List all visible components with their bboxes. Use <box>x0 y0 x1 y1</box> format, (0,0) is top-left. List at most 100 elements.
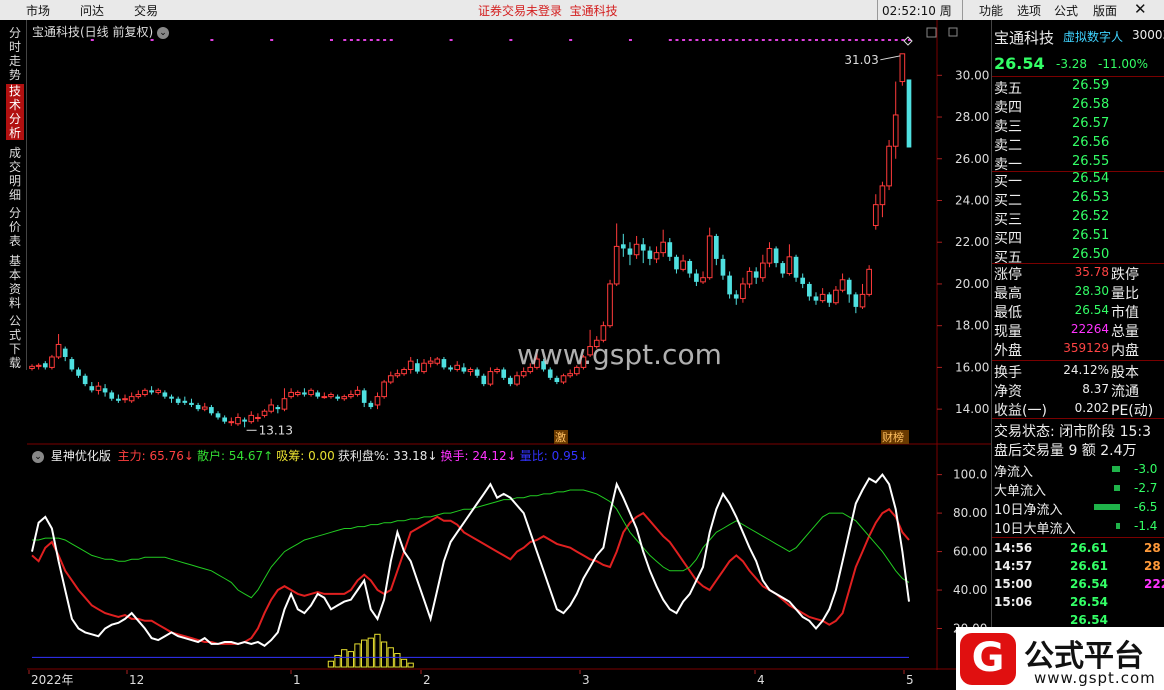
candle-body <box>773 248 779 264</box>
indicator-value: 换手: 24.12↓ <box>440 449 517 463</box>
x-axis-svg: 2022年 12 1 2 3 4 5 <box>27 670 991 690</box>
stat-label-right: 内盘 <box>1111 343 1139 359</box>
x-axis: 2022年 12 1 2 3 4 5 <box>27 670 991 690</box>
stat-label: 涨停 <box>994 267 1022 283</box>
signal-dot <box>715 39 719 41</box>
flow-bar <box>1114 485 1120 491</box>
candle-body <box>175 398 181 403</box>
menu-function[interactable]: 功能 <box>979 2 1003 19</box>
tab-profile[interactable]: 基本资料 <box>7 254 23 310</box>
candle-body <box>700 277 706 283</box>
tab-formula-download[interactable]: 公式下载 <box>7 314 23 370</box>
close-icon[interactable]: ✕ <box>1134 0 1147 18</box>
chevron-down-icon[interactable]: ⌄ <box>32 450 44 463</box>
candle-body <box>620 244 626 249</box>
candle-body <box>288 391 294 398</box>
y-tick-label: 100.0 <box>953 468 987 482</box>
tab-trade-detail[interactable]: 成交明细 <box>7 146 23 202</box>
candle-body <box>82 375 88 385</box>
signal-dot <box>329 39 333 41</box>
tab-intraday[interactable]: 分时走势 <box>7 26 23 82</box>
candle-body <box>826 294 832 303</box>
ask-label: 卖三 <box>994 119 1022 135</box>
candle-body <box>653 252 660 260</box>
menu-formula[interactable]: 公式 <box>1054 2 1078 19</box>
menu-market[interactable]: 市场 <box>26 2 50 19</box>
menu-options[interactable]: 选项 <box>1017 2 1041 19</box>
price-change-pct: -11.00% <box>1098 57 1149 71</box>
left-tab-strip: 分时走势 技术分析 成交明细 分价表 基本资料 公式下载 <box>0 20 27 370</box>
menu-wenda[interactable]: 问达 <box>80 2 104 19</box>
candle-body <box>415 363 420 372</box>
candle-body <box>727 275 732 295</box>
candle-body <box>149 390 154 393</box>
candle-body <box>321 396 328 399</box>
candle-body <box>348 394 354 398</box>
concept-tag[interactable]: 虚拟数字人 <box>1063 28 1123 45</box>
candle-body <box>381 381 387 398</box>
candle-body <box>706 235 713 279</box>
signal-dot <box>801 39 805 41</box>
signal-dot <box>755 39 759 41</box>
signal-dot <box>808 39 812 41</box>
ask-label: 卖四 <box>994 100 1022 116</box>
stat-label-right: PE(动) <box>1111 403 1154 419</box>
price-change: -3.28 <box>1056 57 1088 71</box>
candle-body <box>341 396 348 400</box>
signal-dot <box>682 39 686 41</box>
candle-body <box>315 392 321 397</box>
low-label: 13.13 <box>259 423 293 437</box>
chart-title[interactable]: 宝通科技(日线 前复权) ⌄ <box>32 23 170 40</box>
login-status[interactable]: 证券交易未登录 <box>478 4 562 18</box>
kline-chart[interactable]: 30.00 28.00 26.00 24.00 22.00 20.00 18.00 16.00… <box>27 20 991 445</box>
signal-dot <box>841 39 845 41</box>
indicator-panel[interactable]: 100.080.0060.0040.0020.00 ⌄ 星神优化版 主力: 65… <box>27 445 991 670</box>
candle-body <box>720 258 726 276</box>
signal-dot <box>788 39 792 41</box>
candle-body <box>454 364 461 370</box>
flow-label: 大单流入 <box>994 484 1047 499</box>
watermark: www.gspt.com <box>517 338 722 371</box>
x-tick-label: 2022年 <box>31 673 74 687</box>
candle-body <box>335 396 340 399</box>
tick-price: 26.54 <box>1070 595 1108 609</box>
kline-svg[interactable]: 30.00 28.00 26.00 24.00 22.00 20.00 18.00 16.00… <box>27 20 991 445</box>
signal-dot <box>688 39 692 41</box>
signal-dot <box>874 39 878 41</box>
tab-price-table[interactable]: 分价表 <box>7 206 23 248</box>
bid-row: 买四 26.51 <box>992 228 1164 247</box>
indicator-svg[interactable]: 100.080.0060.0040.0020.00 <box>27 445 991 670</box>
logo-icon: G <box>960 633 1016 685</box>
signal-dot <box>708 39 712 41</box>
stat-label-right: 量比 <box>1111 286 1139 302</box>
candle-body <box>694 273 699 282</box>
flow-row: 10日净流入 -6.5 <box>992 499 1164 518</box>
candle-body <box>786 256 793 275</box>
signal-dot <box>894 39 898 41</box>
logo-url: www.gspt.com <box>1034 669 1156 687</box>
candle-body <box>508 377 513 385</box>
trade-status: 交易状态: 闭市阶段 15:3 <box>994 424 1152 440</box>
stat-value: 35.78 <box>1074 265 1109 279</box>
candle-body <box>633 243 640 256</box>
indicator-name[interactable]: 星神优化版 <box>51 449 111 463</box>
flow-label: 10日大单流入 <box>994 522 1076 537</box>
event-marker-text: 激 <box>555 430 566 444</box>
login-notice[interactable]: 证券交易未登录 宝通科技 <box>478 2 618 19</box>
candle-body <box>302 392 307 395</box>
tab-technical[interactable]: 技术分析 <box>6 84 24 140</box>
menu-layout[interactable]: 版面 <box>1093 2 1117 19</box>
signal-dot <box>721 39 725 41</box>
y-tick-label: 40.00 <box>953 583 987 597</box>
candle-body <box>647 250 653 259</box>
candle-body <box>55 343 62 358</box>
signal-dot <box>702 39 706 41</box>
candle-body <box>833 289 839 304</box>
candle-body <box>242 419 247 422</box>
menu-trade[interactable]: 交易 <box>134 2 158 19</box>
chevron-down-icon[interactable]: ⌄ <box>157 26 170 39</box>
tick-row: 15:00 26.54 2226 <box>992 577 1164 595</box>
flow-value: -3.0 <box>1134 462 1158 476</box>
tick-row: 15:06 26.54 <box>992 595 1164 613</box>
signal-dot <box>795 39 799 41</box>
